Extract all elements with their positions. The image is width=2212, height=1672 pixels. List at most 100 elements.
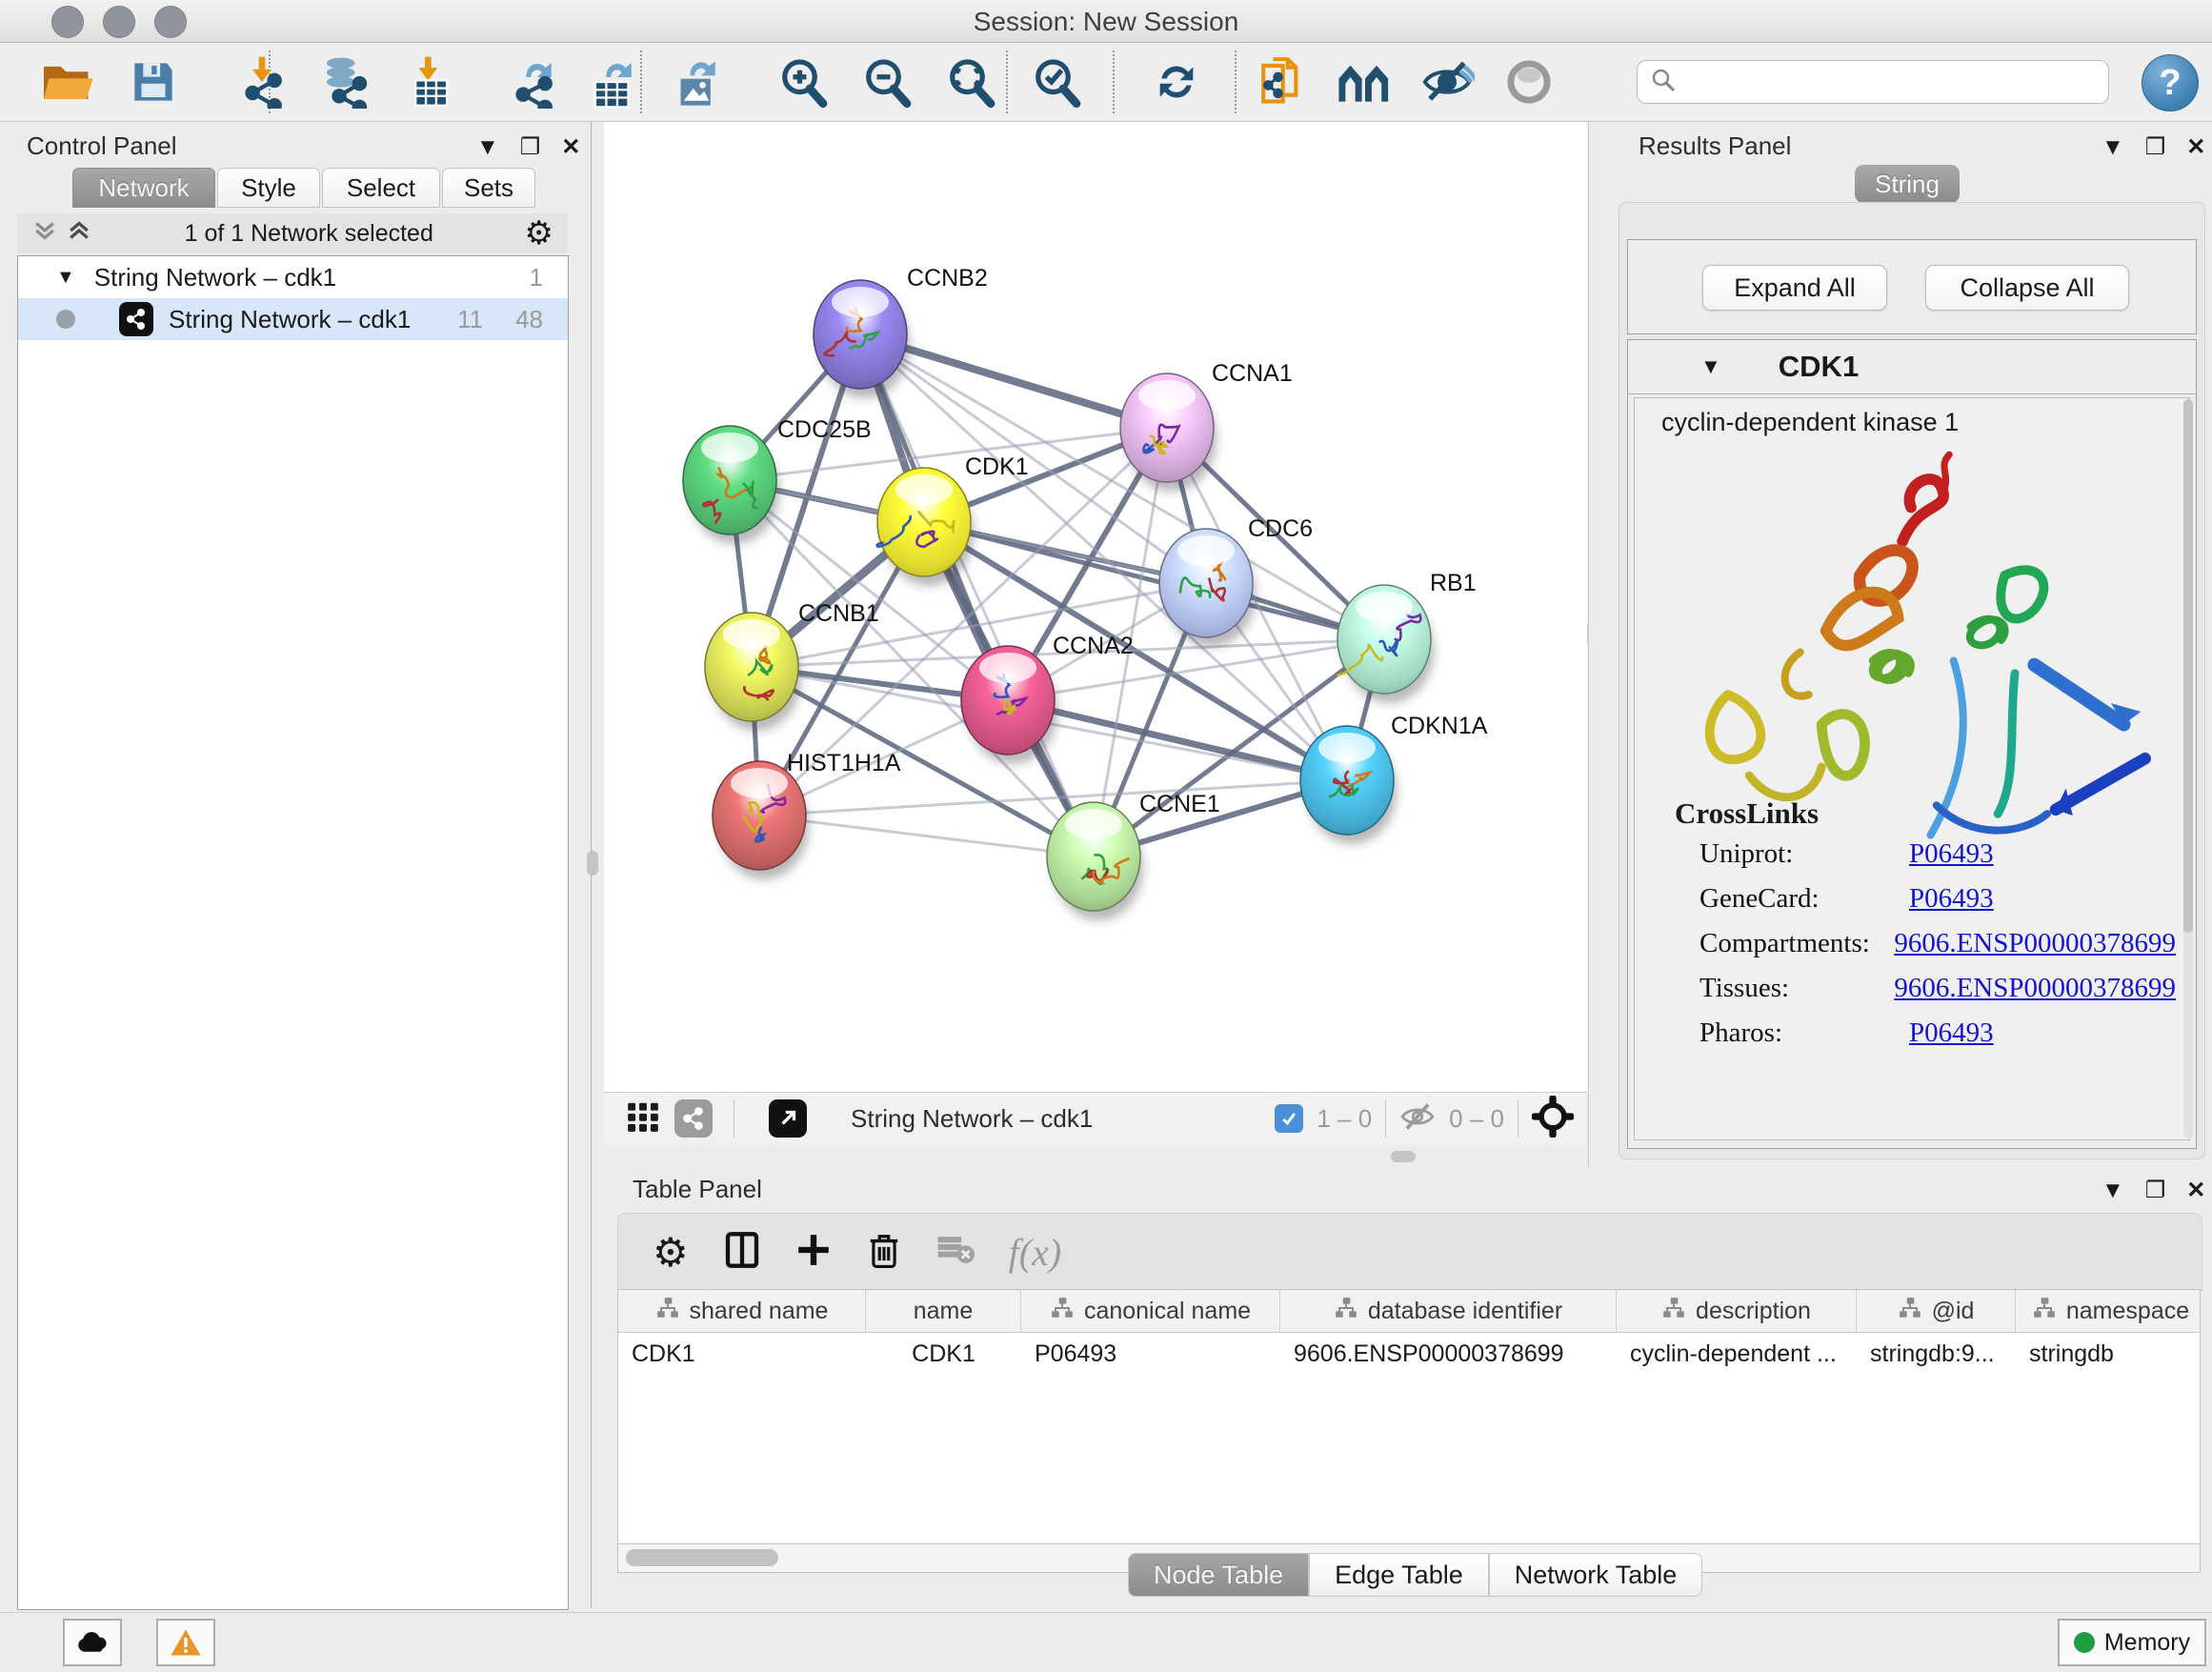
node-CCNE1[interactable] xyxy=(1047,802,1143,920)
share-document-icon[interactable] xyxy=(1252,52,1311,111)
section-collapse-icon[interactable]: ▼ xyxy=(1700,354,1721,379)
warnings-button[interactable] xyxy=(156,1619,215,1666)
table-cell[interactable]: CDK1 xyxy=(618,1333,866,1375)
panel-menu-icon[interactable]: ▼ xyxy=(2101,1178,2124,1204)
tab-string[interactable]: String xyxy=(1855,165,1960,203)
column-header-shared-name[interactable]: shared name xyxy=(618,1290,866,1332)
export-image-icon[interactable] xyxy=(667,52,726,111)
crosslink-link[interactable]: P06493 xyxy=(1909,1017,1994,1049)
node-CDK1[interactable] xyxy=(877,468,974,586)
node-CDC6[interactable] xyxy=(1159,529,1256,647)
node-CCNB2[interactable] xyxy=(814,280,910,398)
node-RB1[interactable] xyxy=(1337,585,1434,703)
edge-CCNB2-CCNE1[interactable] xyxy=(860,334,1094,856)
save-session-icon[interactable] xyxy=(124,52,183,111)
node-CCNA2[interactable] xyxy=(961,646,1057,764)
node-CDC25B[interactable] xyxy=(683,426,779,544)
tab-network[interactable]: Network xyxy=(72,168,215,208)
show-all-icon[interactable] xyxy=(1499,52,1558,111)
panel-menu-icon[interactable]: ▼ xyxy=(476,134,499,161)
panel-float-icon[interactable]: ❐ xyxy=(2145,1177,2166,1204)
table-cell[interactable]: cyclin-dependent ... xyxy=(1617,1333,1857,1375)
panel-float-icon[interactable]: ❐ xyxy=(520,133,541,161)
bottom-splitter-handle[interactable] xyxy=(1391,1151,1416,1162)
crosslink-link[interactable]: 9606.ENSP00000378699 xyxy=(1894,928,2176,959)
crosslink-link[interactable]: P06493 xyxy=(1909,883,1994,915)
tab-sets[interactable]: Sets xyxy=(442,168,535,208)
zoom-fit-icon[interactable] xyxy=(941,52,1000,111)
column-header-@id[interactable]: @id xyxy=(1857,1290,2016,1332)
table-row[interactable]: CDK1CDK1P064939606.ENSP00000378699cyclin… xyxy=(618,1333,2200,1375)
edge-CCNE1-HIST1H1A[interactable] xyxy=(759,816,1094,856)
selected-nodes-checkbox[interactable] xyxy=(1275,1104,1303,1133)
column-header-description[interactable]: description xyxy=(1617,1290,1857,1332)
node-CCNA1[interactable] xyxy=(1120,373,1217,492)
collapse-all-button[interactable]: Collapse All xyxy=(1925,265,2129,311)
hidden-eye-slash-icon[interactable] xyxy=(1399,1098,1436,1139)
tab-select[interactable]: Select xyxy=(322,168,440,208)
tab-edge-table[interactable]: Edge Table xyxy=(1309,1553,1489,1597)
delete-column-trash-icon[interactable] xyxy=(866,1230,902,1275)
zoom-selected-icon[interactable] xyxy=(1027,52,1086,111)
export-network-icon[interactable] xyxy=(503,52,562,111)
network-canvas[interactable]: CCNB2CCNA1CDC25BCDK1CDC6RB1CCNB1CCNA2CDK… xyxy=(604,122,1587,1092)
zoom-out-icon[interactable] xyxy=(857,52,916,111)
open-session-icon[interactable] xyxy=(38,52,97,111)
zoom-in-icon[interactable] xyxy=(774,52,833,111)
import-network-icon[interactable] xyxy=(232,52,292,111)
table-cell[interactable]: CDK1 xyxy=(866,1333,1021,1375)
create-column-icon[interactable] xyxy=(795,1232,832,1273)
tab-node-table[interactable]: Node Table xyxy=(1128,1553,1309,1597)
column-header-canonical-name[interactable]: canonical name xyxy=(1021,1290,1280,1332)
node-CDKN1A[interactable] xyxy=(1300,726,1397,844)
panel-float-icon[interactable]: ❐ xyxy=(2145,133,2166,161)
import-table-icon[interactable] xyxy=(400,52,459,111)
table-hscrollbar-thumb[interactable] xyxy=(626,1549,778,1566)
expand-all-icon[interactable] xyxy=(65,216,93,252)
panel-close-icon[interactable]: ✕ xyxy=(2186,1177,2205,1204)
tab-style[interactable]: Style xyxy=(217,168,320,208)
gene-section-header[interactable]: ▼ CDK1 xyxy=(1628,340,2196,394)
collapse-all-icon[interactable] xyxy=(30,216,59,252)
table-cell[interactable]: P06493 xyxy=(1021,1333,1280,1375)
birdseye-crosshair-icon[interactable] xyxy=(1532,1096,1574,1142)
edge-CCNA2-CDKN1A[interactable] xyxy=(1008,700,1347,780)
network-options-gear-icon[interactable]: ⚙ xyxy=(525,214,553,252)
panel-close-icon[interactable]: ✕ xyxy=(561,133,580,161)
node-CCNB1[interactable] xyxy=(705,613,801,731)
network-tree-child-row[interactable]: String Network – cdk1 11 48 xyxy=(18,298,568,340)
tree-collapse-icon[interactable]: ▼ xyxy=(56,267,75,289)
column-header-name[interactable]: name xyxy=(866,1290,1021,1332)
show-columns-icon[interactable] xyxy=(723,1229,761,1276)
cloud-button[interactable] xyxy=(63,1619,122,1666)
hide-selected-icon[interactable] xyxy=(1418,52,1477,111)
memory-button[interactable]: Memory xyxy=(2058,1619,2206,1666)
grid-view-icon[interactable] xyxy=(625,1098,661,1139)
column-header-namespace[interactable]: namespace xyxy=(2016,1290,2201,1332)
panel-menu-icon[interactable]: ▼ xyxy=(2101,134,2124,161)
export-table-icon[interactable] xyxy=(583,52,642,111)
crosslink-link[interactable]: P06493 xyxy=(1909,838,1994,870)
left-splitter-handle[interactable] xyxy=(587,851,598,876)
table-cell[interactable]: stringdb xyxy=(2016,1333,2201,1375)
search-box[interactable] xyxy=(1637,60,2109,104)
network-tree-root-row[interactable]: ▼ String Network – cdk1 1 xyxy=(18,256,568,298)
results-scrollbar-track[interactable] xyxy=(2183,399,2193,1138)
results-scrollbar-thumb[interactable] xyxy=(2183,399,2193,933)
column-header-database-identifier[interactable]: database identifier xyxy=(1280,1290,1617,1332)
panel-close-icon[interactable]: ✕ xyxy=(2186,133,2205,161)
table-cell[interactable]: stringdb:9... xyxy=(1857,1333,2016,1375)
import-network-database-icon[interactable] xyxy=(314,52,373,111)
refresh-icon[interactable] xyxy=(1147,52,1206,111)
table-options-gear-icon[interactable]: ⚙ xyxy=(653,1229,689,1276)
search-input[interactable] xyxy=(1678,68,2081,96)
help-button[interactable]: ? xyxy=(2142,54,2199,111)
open-in-new-window-icon[interactable] xyxy=(769,1099,807,1138)
crosslink-link[interactable]: 9606.ENSP00000378699 xyxy=(1894,973,2176,1004)
tab-network-table[interactable]: Network Table xyxy=(1489,1553,1703,1597)
network-share-icon[interactable] xyxy=(674,1099,713,1138)
node-HIST1H1A[interactable] xyxy=(713,761,809,879)
table-cell[interactable]: 9606.ENSP00000378699 xyxy=(1280,1333,1617,1375)
expand-all-button[interactable]: Expand All xyxy=(1702,265,1887,311)
string-protein-query-icon[interactable] xyxy=(1336,52,1395,111)
